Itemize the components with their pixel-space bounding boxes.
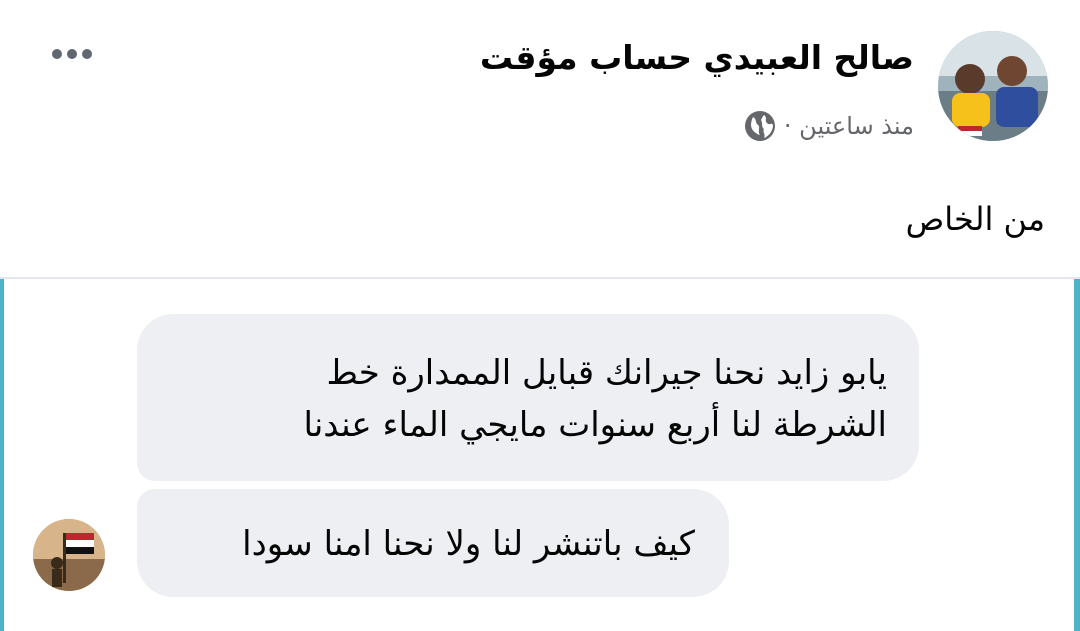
- post-time[interactable]: منذ ساعتين ·: [784, 112, 914, 140]
- message-bubble: كيف باتنشر لنا ولا نحنا امنا سودا: [137, 489, 729, 597]
- author-name[interactable]: صالح العبيدي حساب مؤقت: [480, 38, 914, 77]
- message-line: يابو زايد نحنا جيرانك قبايل الممدارة خط: [326, 353, 887, 393]
- globe-icon[interactable]: [744, 110, 776, 142]
- more-dot-icon: [52, 49, 62, 59]
- post-text: من الخاص: [905, 200, 1045, 238]
- post-header: صالح العبيدي حساب مؤقت منذ ساعتين ·: [0, 0, 1080, 180]
- message-line: الشرطة لنا أربع سنوات مايجي الماء عندنا: [303, 405, 887, 445]
- author-avatar[interactable]: [938, 31, 1048, 141]
- post-meta: منذ ساعتين ·: [744, 110, 914, 142]
- sender-avatar: [33, 519, 105, 591]
- message-line: كيف باتنشر لنا ولا نحنا امنا سودا: [242, 524, 695, 564]
- more-options-button[interactable]: [52, 44, 98, 64]
- right-accent-bar: [1074, 279, 1080, 631]
- more-dot-icon: [82, 49, 92, 59]
- message-bubble: يابو زايد نحنا جيرانك قبايل الممدارة خط …: [137, 314, 919, 481]
- left-accent-bar: [0, 279, 4, 631]
- shared-screenshot: يابو زايد نحنا جيرانك قبايل الممدارة خط …: [0, 277, 1080, 631]
- more-dot-icon: [67, 49, 77, 59]
